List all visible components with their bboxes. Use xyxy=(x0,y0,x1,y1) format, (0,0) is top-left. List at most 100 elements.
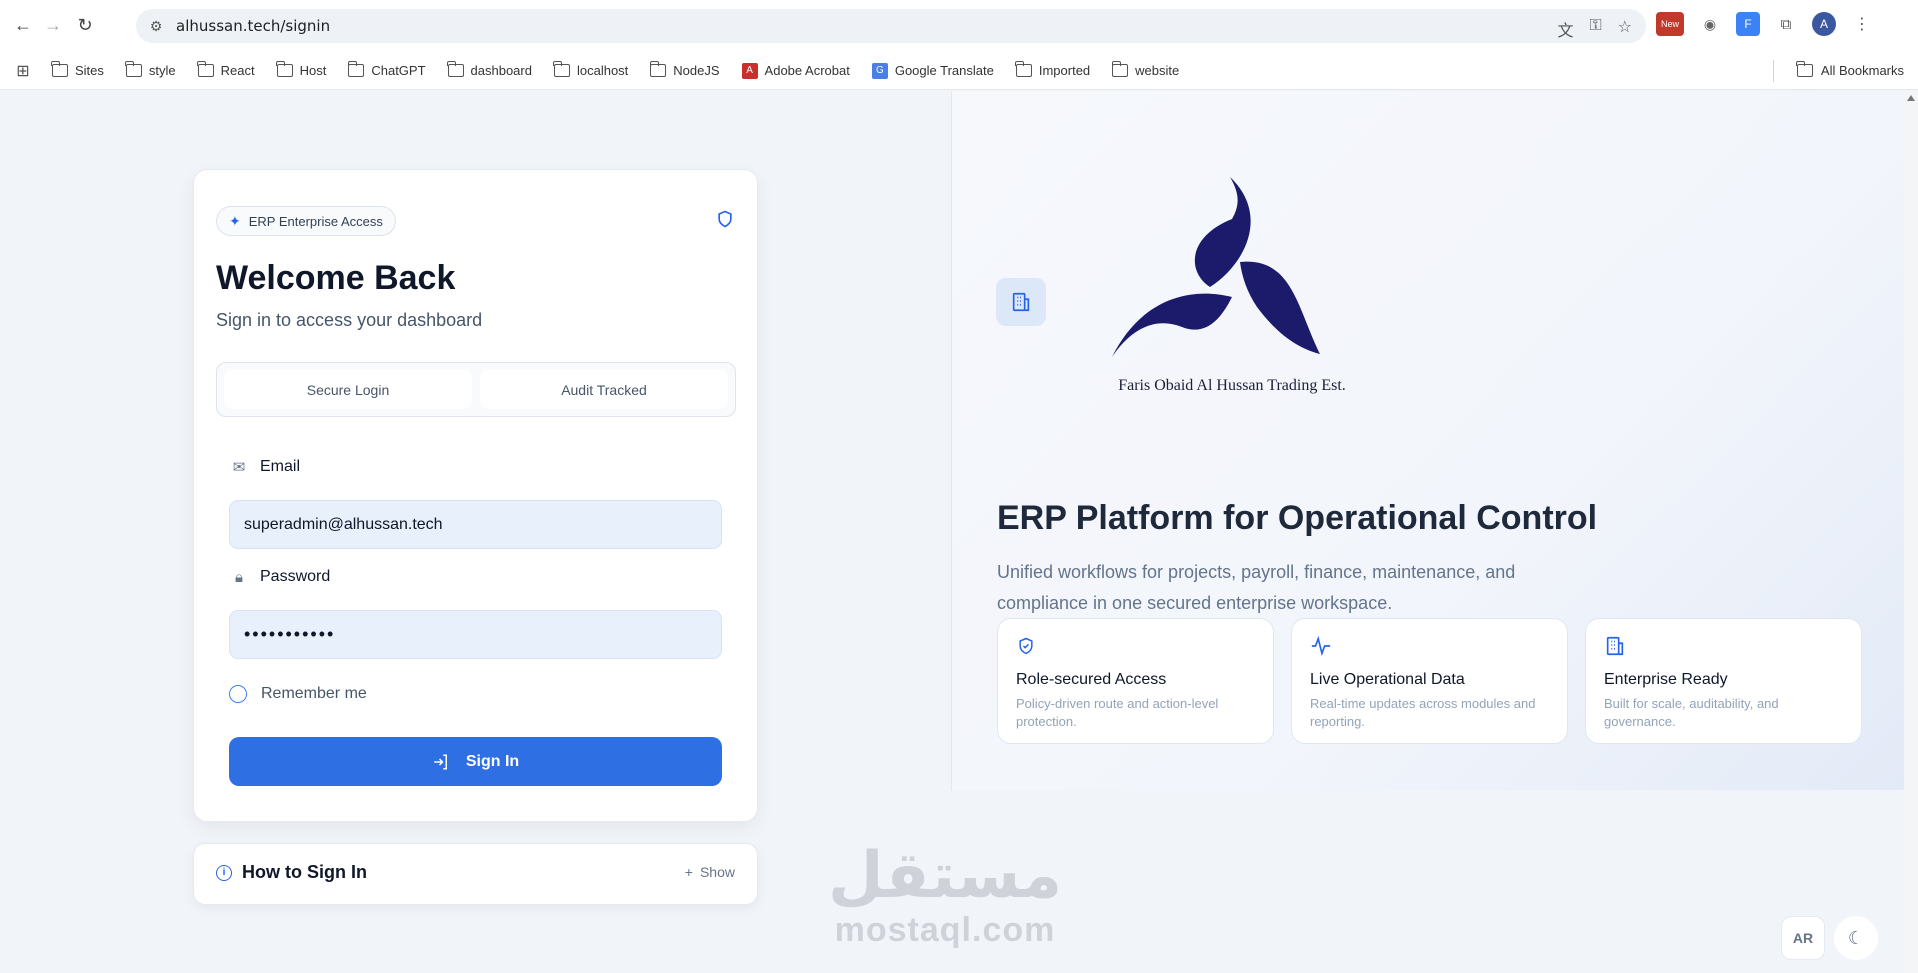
bookmark-label: Imported xyxy=(1038,63,1091,78)
extension-new-icon[interactable]: New xyxy=(1656,12,1684,36)
login-card: ✦ ERP Enterprise Access Welcome Back Sig… xyxy=(193,169,758,822)
bookmark-label: style xyxy=(148,63,176,78)
language-label: AR xyxy=(1792,930,1814,946)
bookmark-label: NodeJS xyxy=(673,63,720,78)
profile-avatar[interactable]: A xyxy=(1812,12,1836,36)
login-icon xyxy=(434,754,447,769)
watermark-latin: mostaql.com xyxy=(834,911,1056,949)
bookmarks-separator xyxy=(1773,60,1774,82)
feature-title: Enterprise Ready xyxy=(1604,671,1728,688)
how-to-sign-in-panel[interactable]: i How to Sign In + Show xyxy=(193,843,758,905)
bookmark-label: dashboard xyxy=(470,63,532,78)
browser-toolbar: ← → ↻ ⚙ alhussan.tech/signin 文 ⚿ ☆ New ◉… xyxy=(0,0,1918,52)
password-label-text: Password xyxy=(260,568,331,585)
bookmark-item[interactable]: localhost xyxy=(553,61,629,78)
address-bar[interactable]: ⚙ alhussan.tech/signin 文 ⚿ ☆ xyxy=(136,9,1646,43)
extension-f-icon[interactable]: F xyxy=(1736,12,1760,36)
bookmark-item[interactable]: dashboard xyxy=(446,61,532,78)
badge-label: ERP Enterprise Access xyxy=(248,213,383,229)
translate-icon[interactable]: 文 xyxy=(1557,17,1573,41)
bookmark-item[interactable]: A Adobe Acrobat xyxy=(741,62,850,79)
all-bookmarks-label: All Bookmarks xyxy=(1820,63,1904,78)
lock-icon: 🔒︎ xyxy=(235,568,243,586)
extensions-puzzle-icon[interactable]: ⧉ xyxy=(1774,12,1798,36)
access-badge: ✦ ERP Enterprise Access xyxy=(216,206,396,236)
google-translate-icon: G xyxy=(871,62,888,79)
building-icon xyxy=(1604,635,1843,661)
folder-icon xyxy=(446,61,464,77)
email-label: ✉ Email xyxy=(230,458,300,476)
feature-card-role-access: Role-secured Access Policy-driven route … xyxy=(997,618,1274,744)
watermark-arabic: مستقل xyxy=(827,839,1063,913)
bookmark-item[interactable]: style xyxy=(125,61,176,78)
bookmark-item[interactable]: website xyxy=(1111,61,1180,78)
password-field[interactable]: ••••••••••• xyxy=(229,610,722,659)
bookmark-label: localhost xyxy=(576,63,629,78)
bookmark-item[interactable]: NodeJS xyxy=(649,61,720,78)
password-value: ••••••••••• xyxy=(244,624,336,644)
watermark: مستقل mostaql.com xyxy=(820,841,1070,950)
email-label-text: Email xyxy=(260,458,301,475)
bookmark-item[interactable]: Imported xyxy=(1015,61,1091,78)
reload-icon[interactable]: ↻ xyxy=(72,12,98,38)
info-icon: i xyxy=(216,864,232,881)
tab-secure-login[interactable]: Secure Login xyxy=(224,370,472,409)
apps-grid-icon[interactable]: ⊞ xyxy=(12,60,34,82)
folder-icon xyxy=(125,61,142,77)
company-name: Faris Obaid Al Hussan Trading Est. xyxy=(1118,377,1346,394)
folder-icon xyxy=(553,61,570,77)
folder-icon xyxy=(1015,61,1032,77)
company-logo: Faris Obaid Al Hussan Trading Est. xyxy=(1082,177,1382,407)
tab-audit-tracked[interactable]: Audit Tracked xyxy=(480,370,728,409)
page-subtitle: Sign in to access your dashboard xyxy=(216,310,483,330)
shield-icon xyxy=(715,208,735,235)
logo-mark xyxy=(1112,177,1320,357)
bookmark-item[interactable]: ChatGPT xyxy=(347,61,426,78)
bookmark-item[interactable]: React xyxy=(197,61,255,78)
password-key-icon[interactable]: ⚿ xyxy=(1589,17,1601,41)
bookmark-item[interactable]: G Google Translate xyxy=(871,62,994,79)
feature-card-live-data: Live Operational Data Real-time updates … xyxy=(1291,618,1568,744)
show-label: Show xyxy=(699,864,735,880)
bookmark-label: website xyxy=(1135,63,1180,78)
menu-kebab-icon[interactable]: ⋮ xyxy=(1850,12,1874,36)
language-toggle-button[interactable]: AR xyxy=(1781,916,1825,960)
remember-me[interactable]: Remember me xyxy=(229,685,367,703)
feature-title: Live Operational Data xyxy=(1310,671,1465,688)
scrollbar[interactable] xyxy=(1904,91,1918,973)
folder-icon xyxy=(276,61,293,77)
hero-title: ERP Platform for Operational Control xyxy=(997,499,1598,537)
howto-title: How to Sign In xyxy=(242,862,367,882)
all-bookmarks-button[interactable]: All Bookmarks xyxy=(1796,61,1904,78)
bookmark-label: Host xyxy=(299,63,327,78)
back-icon[interactable]: ← xyxy=(10,12,36,38)
bookmark-star-icon[interactable]: ☆ xyxy=(1618,17,1632,41)
forward-icon[interactable]: → xyxy=(40,12,66,38)
panel-divider xyxy=(951,91,952,791)
url-text[interactable]: alhussan.tech/signin xyxy=(176,17,330,35)
bookmark-label: React xyxy=(220,63,255,78)
moon-icon[interactable]: ☾ xyxy=(1834,916,1878,960)
remember-checkbox[interactable] xyxy=(229,685,247,703)
hero-description: Unified workflows for projects, payroll,… xyxy=(997,562,1516,613)
mail-icon: ✉ xyxy=(232,459,246,476)
page: Faris Obaid Al Hussan Trading Est. ERP P… xyxy=(0,91,1918,973)
scroll-up-arrow[interactable] xyxy=(1907,95,1915,101)
bookmark-label: Google Translate xyxy=(894,63,994,78)
feature-desc: Policy-driven route and action-level pro… xyxy=(1016,696,1219,729)
site-settings-icon[interactable]: ⚙ xyxy=(136,18,176,35)
folder-icon xyxy=(51,61,68,77)
folder-icon xyxy=(347,61,365,77)
folder-icon xyxy=(1796,61,1813,77)
sign-in-button[interactable]: Sign In xyxy=(229,737,722,786)
feature-cards: Role-secured Access Policy-driven route … xyxy=(997,618,1862,744)
password-label: 🔒︎ Password xyxy=(230,568,330,586)
security-segments: Secure Login Audit Tracked xyxy=(216,362,736,417)
bookmark-item[interactable]: Host xyxy=(276,61,327,78)
email-field[interactable]: superadmin@alhussan.tech xyxy=(229,500,722,549)
bookmark-item[interactable]: Sites xyxy=(51,61,104,78)
building-icon xyxy=(996,278,1046,326)
camera-icon[interactable]: ◉ xyxy=(1698,12,1722,36)
show-toggle[interactable]: + Show xyxy=(685,864,735,880)
sign-in-label: Sign In xyxy=(465,752,520,770)
